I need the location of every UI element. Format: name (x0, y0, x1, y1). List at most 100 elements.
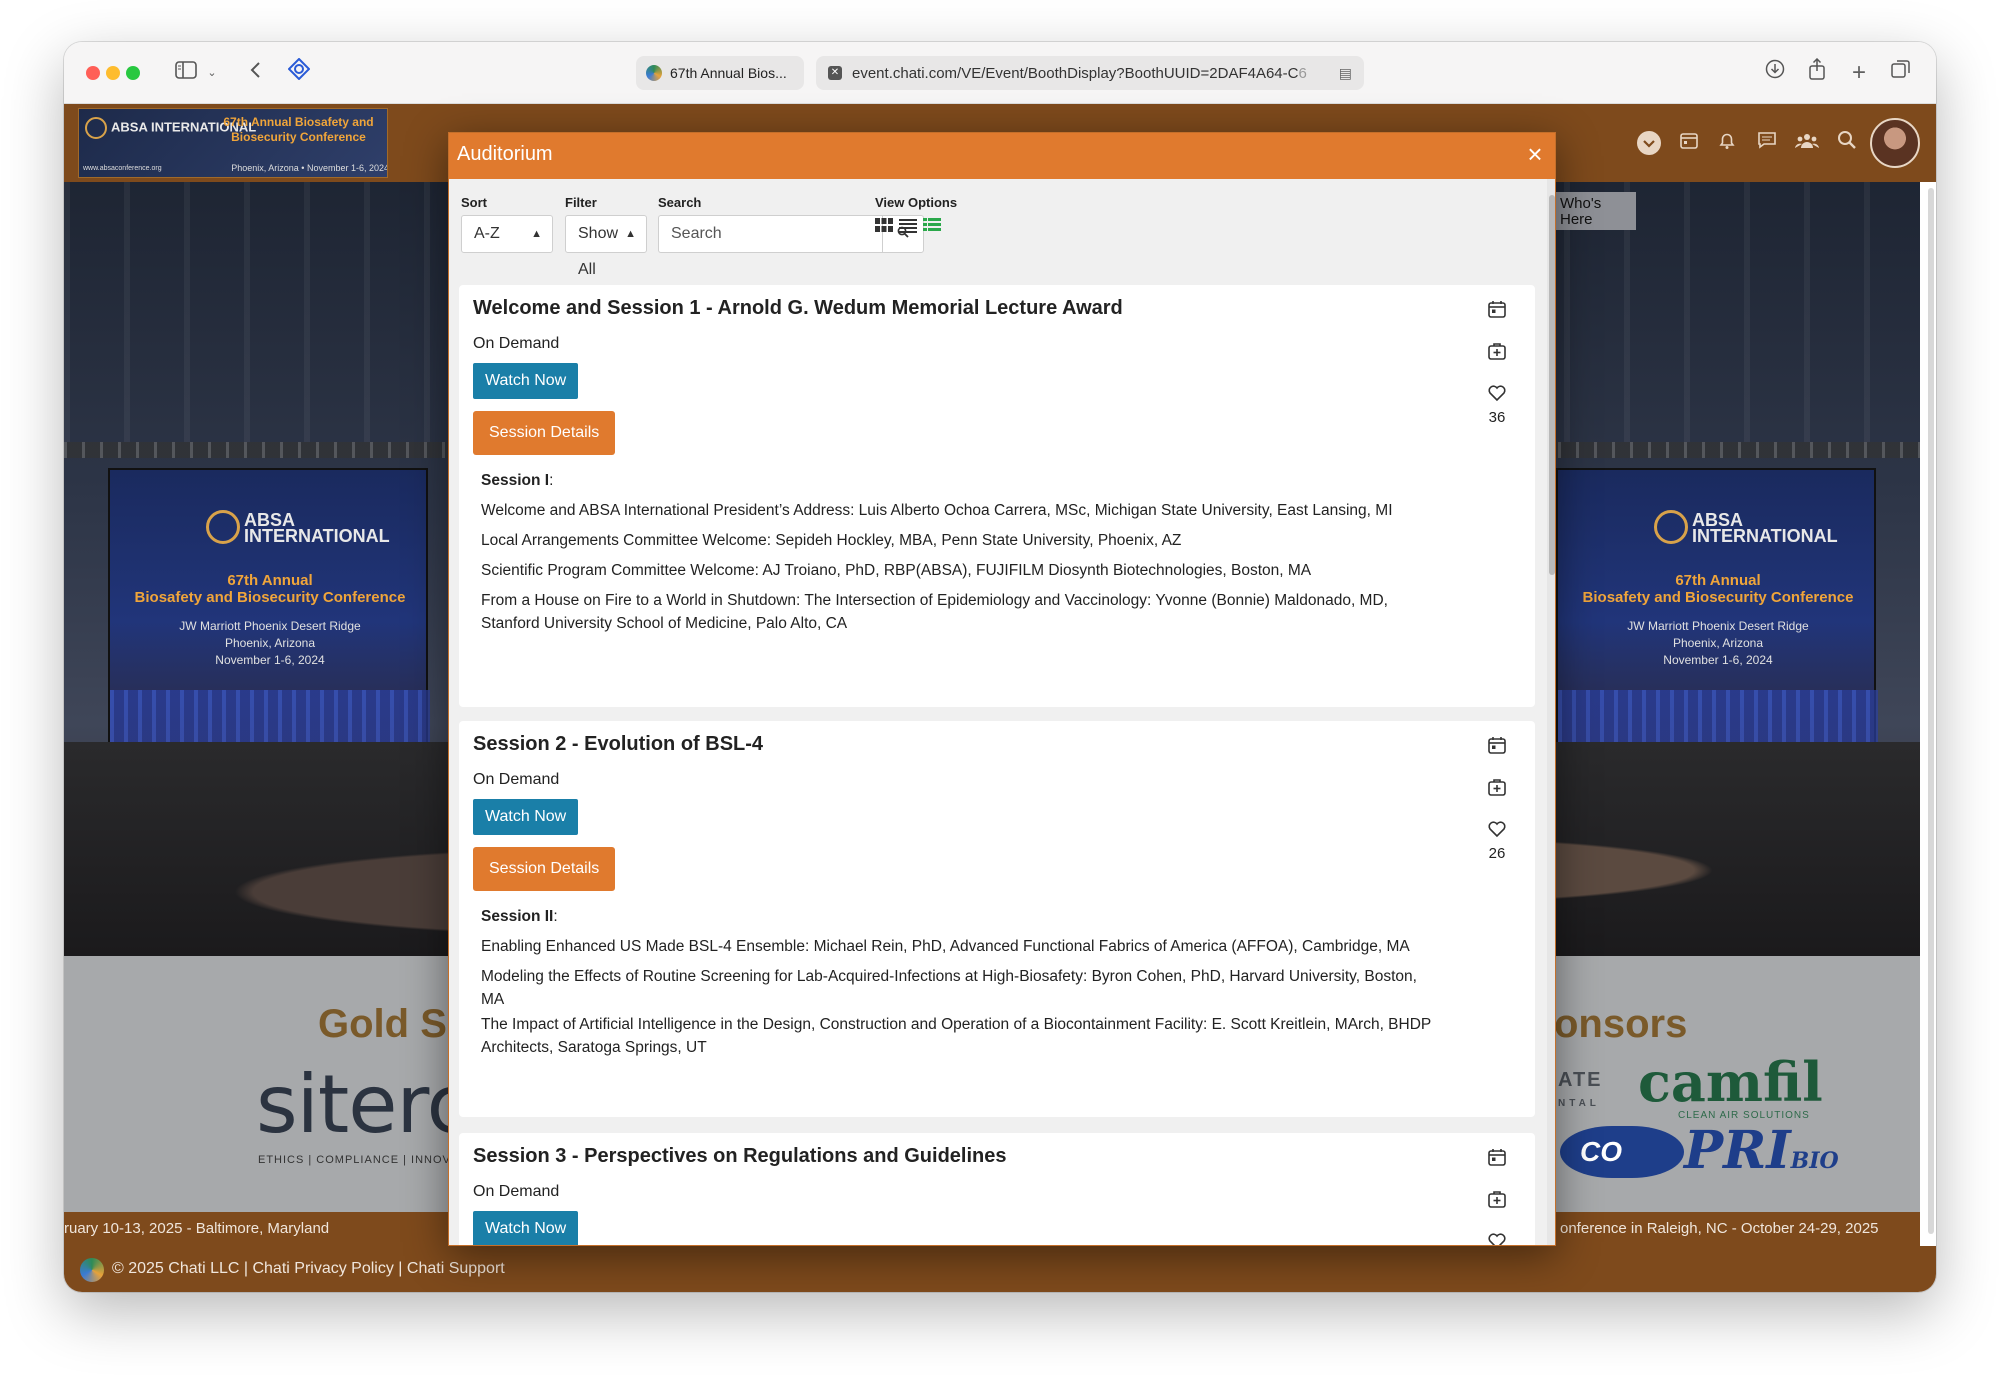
add-to-briefcase-icon[interactable] (1477, 341, 1517, 365)
add-to-calendar-icon[interactable] (1477, 1147, 1517, 1171)
logo-url: www.absaconference.org (83, 165, 162, 172)
add-to-briefcase-icon[interactable] (1477, 777, 1517, 801)
heart-icon[interactable] (1477, 383, 1517, 407)
new-tab-icon[interactable]: + (1846, 58, 1872, 88)
sort-value: A-Z (474, 225, 500, 242)
screen-city: Phoenix, Arizona (1672, 636, 1764, 650)
logo-location: Phoenix, Arizona • November 1-6, 2024 (231, 163, 388, 173)
close-window-button[interactable] (86, 66, 100, 80)
session-line: Modeling the Effects of Routine Screenin… (481, 968, 1417, 1008)
url-text-fade: 6 (1298, 64, 1307, 82)
siterc-logo[interactable]: siterc (256, 1058, 471, 1151)
chati-favicon-icon (646, 65, 662, 81)
reader-icon[interactable]: ▤ (1339, 65, 1352, 82)
screen-title-2: Biosafety and Biosecurity Conference (1582, 589, 1854, 606)
screen-venue: JW Marriott Phoenix Desert Ridge (179, 619, 361, 633)
camfil-logo[interactable]: camfil (1638, 1050, 1823, 1114)
session-actions: 36 (1477, 299, 1517, 426)
list-view-icon[interactable] (899, 217, 919, 235)
pri-bio-logo[interactable]: PRIBIO (1684, 1120, 1839, 1181)
browser-tab[interactable]: 67th Annual Bios... (636, 56, 804, 90)
footer-text[interactable]: © 2025 Chati LLC | Chati Privacy Policy … (112, 1260, 505, 1278)
filter-select[interactable]: Show All ▲ (565, 215, 647, 278)
session-details-button[interactable]: Session Details (473, 411, 616, 455)
whos-here-button[interactable]: Who's Here (1554, 192, 1636, 230)
logo-conference: 67th Annual Biosafety and Biosecurity Co… (223, 115, 374, 144)
sidebar-toggle-icon[interactable] (172, 58, 200, 88)
detail-list-view-icon[interactable] (923, 217, 943, 235)
sort-select[interactable]: A-Z ▲ (461, 215, 553, 253)
minimize-window-button[interactable] (106, 66, 120, 80)
session-status: On Demand (473, 1183, 560, 1200)
browser-window: ⌄ 67th Annual Bios... ✕ event.chati.com/… (64, 42, 1936, 1292)
tab-overview-icon[interactable] (1888, 58, 1914, 88)
pri-text: PRI (1684, 1120, 1791, 1181)
ate-logo[interactable]: ATE NTAL (1558, 1068, 1603, 1116)
watch-now-button[interactable]: Watch Now (473, 799, 579, 835)
co-logo[interactable]: CO (1560, 1126, 1684, 1178)
watch-now-button[interactable]: Watch Now (473, 1211, 579, 1245)
modal-body: Sort A-Z ▲ Filter Show All ▲ Search View… (449, 179, 1555, 1245)
like-count: 26 (1488, 845, 1506, 862)
event-info-left: ruary 10-13, 2025 - Baltimore, Maryland (64, 1220, 330, 1237)
chevron-down-circle-icon[interactable] (1636, 130, 1662, 156)
download-icon[interactable] (1762, 58, 1788, 88)
share-icon[interactable] (1804, 57, 1830, 88)
siterc-tagline: ETHICS | COMPLIANCE | INNOVAT (258, 1154, 466, 1166)
search-input[interactable] (658, 215, 882, 253)
screen-title-2: Biosafety and Biosecurity Conference (134, 589, 406, 606)
session-line: Local Arrangements Committee Welcome: Se… (481, 532, 1182, 549)
grid-view-icon[interactable] (875, 217, 895, 235)
session-title: Welcome and Session 1 - Arnold G. Wedum … (473, 297, 1123, 319)
chati-logo-icon (80, 1258, 104, 1282)
session-card: Session 2 - Evolution of BSL-4 On Demand… (459, 721, 1535, 1117)
screen-org: ABSA INTERNATIONAL (244, 510, 390, 546)
session-card: Welcome and Session 1 - Arnold G. Wedum … (459, 285, 1535, 707)
chevron-down-icon[interactable]: ⌄ (204, 58, 220, 88)
screen-title-1: 67th Annual (1675, 572, 1761, 589)
sort-caret-icon: ▲ (531, 228, 542, 240)
tab-title: 67th Annual Bios... (670, 65, 787, 81)
add-to-calendar-icon[interactable] (1477, 299, 1517, 323)
pri-bio-text: BIO (1790, 1148, 1839, 1174)
add-to-calendar-icon[interactable] (1477, 735, 1517, 759)
sponsors-title-right: onsors (1554, 1002, 1688, 1046)
calendar-icon[interactable] (1676, 130, 1702, 156)
back-icon[interactable] (244, 58, 266, 88)
footer: © 2025 Chati LLC | Chati Privacy Policy … (64, 1246, 1936, 1292)
view-options-label: View Options (875, 195, 958, 210)
filter-value: Show All (578, 225, 619, 278)
ate-small-text: NTAL (1558, 1098, 1600, 1109)
extension-icon[interactable] (286, 57, 312, 88)
filter-label: Filter (565, 195, 597, 210)
heart-icon[interactable] (1477, 819, 1517, 843)
user-avatar[interactable] (1870, 118, 1920, 168)
conference-logo[interactable]: ABSA INTERNATIONAL 67th Annual Biosafety… (78, 108, 388, 178)
zoom-window-button[interactable] (126, 66, 140, 80)
session-title: Session 2 - Evolution of BSL-4 (473, 733, 764, 755)
people-icon[interactable] (1794, 130, 1820, 156)
session-line: Enabling Enhanced US Made BSL-4 Ensemble… (481, 938, 1410, 955)
address-bar[interactable]: ✕ event.chati.com/VE/Event/BoothDisplay?… (816, 56, 1364, 90)
session-status: On Demand (473, 771, 560, 788)
screen-venue: JW Marriott Phoenix Desert Ridge (1627, 619, 1809, 633)
url-text: event.chati.com/VE/Event/BoothDisplay?Bo… (852, 64, 1299, 82)
site-settings-icon[interactable]: ✕ (828, 66, 842, 80)
close-icon[interactable]: × (1521, 141, 1549, 169)
search-icon[interactable] (1834, 130, 1860, 156)
modal-header: Auditorium × (449, 133, 1555, 179)
add-to-briefcase-icon[interactable] (1477, 1189, 1517, 1213)
absa-seal-icon (1654, 510, 1688, 544)
chat-icon[interactable] (1754, 130, 1780, 156)
modal-title: Auditorium (457, 143, 553, 165)
page-scrollbar[interactable] (1928, 188, 1934, 1234)
sort-label: Sort (461, 195, 487, 210)
heart-icon[interactable] (1477, 1231, 1517, 1245)
event-info-right: onference in Raleigh, NC - October 24-29… (1560, 1220, 1879, 1237)
session-status: On Demand (473, 335, 560, 352)
watch-now-button[interactable]: Watch Now (473, 363, 579, 399)
modal-scrollbar-thumb[interactable] (1549, 195, 1555, 575)
absa-seal-icon (206, 510, 240, 544)
bell-icon[interactable] (1714, 130, 1740, 156)
session-details-button[interactable]: Session Details (473, 847, 616, 891)
